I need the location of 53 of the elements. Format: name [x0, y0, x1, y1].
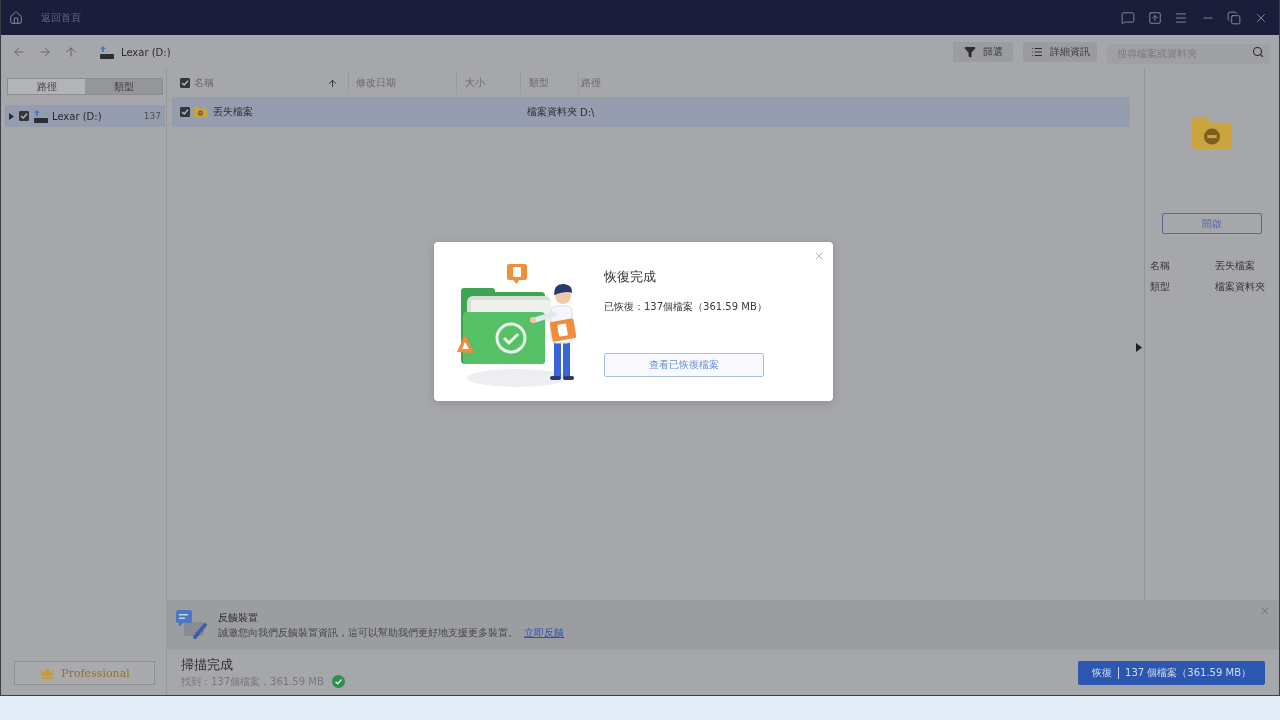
upload-icon[interactable]: [1147, 10, 1162, 25]
list-icon: [1030, 46, 1043, 58]
drive-icon: [34, 109, 48, 123]
checkbox[interactable]: [180, 107, 190, 117]
feedback-link[interactable]: 立即反饋: [524, 626, 564, 639]
column-header[interactable]: 名稱: [194, 76, 214, 90]
status-title: 掃描完成: [181, 657, 234, 673]
file-name: 丟失檔案: [213, 105, 253, 119]
back-arrow-icon[interactable]: [12, 45, 26, 59]
home-icon: [9, 10, 23, 25]
recover-button[interactable]: 恢復 137 個檔案（361.59 MB）: [1078, 660, 1265, 685]
location-label: Lexar (D:): [121, 46, 171, 58]
filter-button[interactable]: 篩選: [953, 42, 1013, 62]
table-row[interactable]: 丟失檔案 檔案資料夾 D:\: [172, 97, 1130, 127]
dialog-message: 已恢復：137個檔案（361.59 MB）: [604, 301, 767, 313]
property-label: 類型: [1150, 281, 1171, 293]
edition-button[interactable]: Professional: [14, 661, 155, 685]
feedback-icon: [176, 610, 208, 640]
funnel-icon: [963, 46, 976, 58]
menu-icon[interactable]: [1174, 10, 1189, 25]
folder-icon: [194, 107, 207, 117]
crown-icon: [39, 667, 56, 679]
checkbox[interactable]: [180, 78, 190, 88]
banner-message: 誠邀您向我們反饋裝置資訊，這可以幫助我們更好地支援更多裝置。: [218, 626, 518, 639]
drive-icon: [100, 45, 114, 59]
close-icon[interactable]: [813, 250, 825, 262]
restore-icon[interactable]: [1227, 10, 1242, 25]
check-circle-icon: [331, 675, 345, 688]
view-tab[interactable]: 路徑: [8, 79, 85, 94]
table-cell: 檔案資料夾: [527, 105, 577, 119]
tree-row[interactable]: Lexar (D:) 137: [5, 105, 165, 127]
expand-caret-icon[interactable]: [9, 112, 14, 120]
column-header[interactable]: 路徑: [581, 76, 601, 90]
dialog-title: 恢復完成: [604, 269, 656, 285]
sort-arrow-icon[interactable]: [327, 77, 338, 89]
panel-toggle-caret-icon[interactable]: [1136, 343, 1142, 352]
file-count: 137: [143, 111, 161, 121]
checkbox[interactable]: [19, 111, 29, 121]
folder-icon: [1192, 118, 1232, 149]
search-icon[interactable]: [1252, 46, 1264, 58]
property-label: 名稱: [1150, 260, 1171, 272]
open-button[interactable]: 開啟: [1162, 213, 1262, 234]
message-icon[interactable]: [1121, 10, 1136, 25]
property-value: 檔案資料夾: [1215, 281, 1266, 293]
table-cell: D:\: [580, 106, 595, 118]
details-button[interactable]: 詳細資訊: [1023, 42, 1097, 62]
view-files-button[interactable]: 查看已恢復檔案: [604, 353, 764, 377]
forward-arrow-icon[interactable]: [38, 45, 52, 59]
home-button[interactable]: 返回首頁: [9, 10, 81, 25]
view-tab[interactable]: 類型: [85, 79, 162, 94]
drive-label: Lexar (D:): [52, 110, 102, 122]
property-value: 丟失檔案: [1215, 260, 1256, 272]
banner-title: 反饋裝置: [218, 611, 259, 624]
